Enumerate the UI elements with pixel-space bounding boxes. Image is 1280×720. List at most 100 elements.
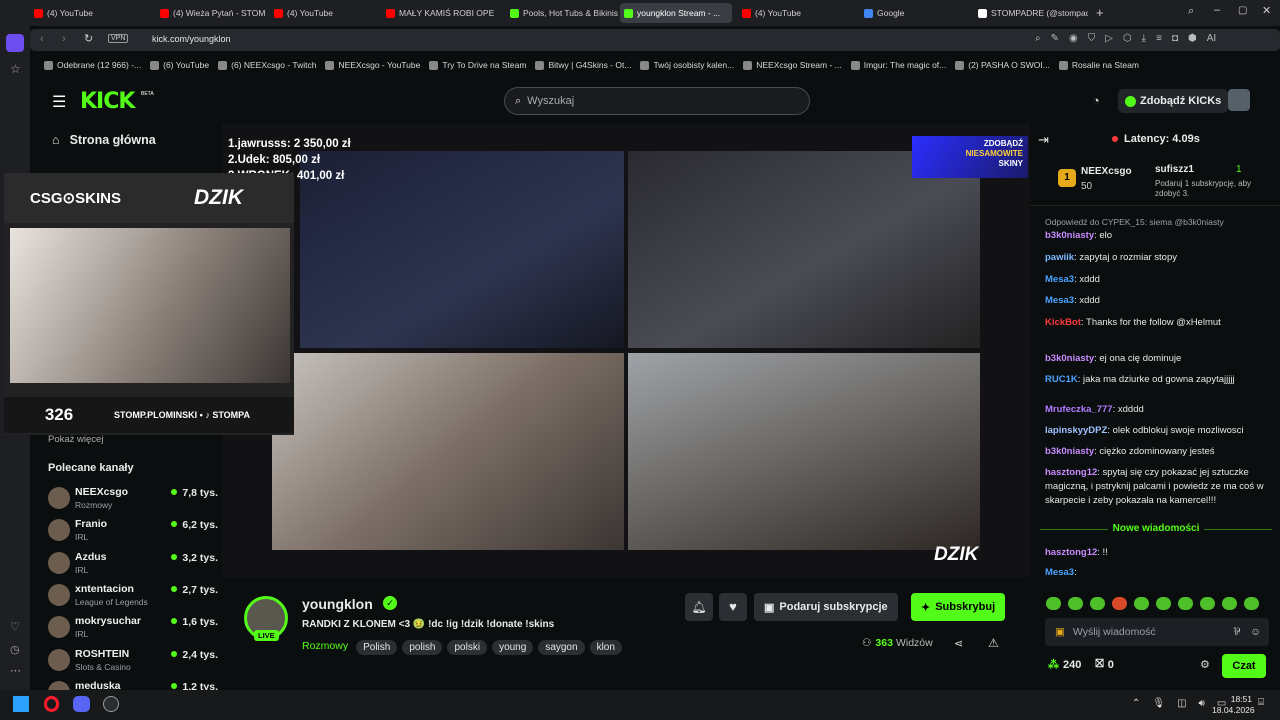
chat-settings-icon[interactable]: ⚙ bbox=[1200, 658, 1210, 671]
bookmark-item[interactable]: Imgur: The magic of... bbox=[850, 60, 946, 70]
maximize-icon[interactable]: ▢ bbox=[1238, 5, 1247, 16]
browser-tab[interactable]: (4) YouTube bbox=[738, 3, 850, 23]
more-icon[interactable]: ⋯ bbox=[10, 664, 21, 677]
minimize-icon[interactable]: – bbox=[1214, 4, 1220, 16]
chat-username[interactable]: Mrufeczka_777 bbox=[1045, 404, 1113, 415]
search-icon[interactable]: ⌕ bbox=[1035, 33, 1041, 44]
home-icon[interactable] bbox=[6, 34, 24, 52]
network-icon[interactable]: ◫ bbox=[1177, 698, 1186, 709]
bell-button[interactable]: 🔔︎ bbox=[685, 593, 713, 621]
chat-username[interactable]: RUC1K bbox=[1045, 374, 1078, 385]
video-player[interactable]: 1.jawrusss: 2 350,00 zł 2.Udek: 805,00 z… bbox=[222, 124, 1030, 577]
emote-icon[interactable] bbox=[1068, 597, 1083, 610]
ai-button[interactable]: AI bbox=[1207, 33, 1216, 44]
chevron-up-icon[interactable]: ⌃ bbox=[1132, 698, 1140, 709]
follow-heart-button[interactable]: ♥ bbox=[719, 593, 747, 621]
stream-tag[interactable]: saygon bbox=[538, 640, 585, 655]
share-icon[interactable]: ⋖ bbox=[954, 637, 963, 650]
sidebar-channel[interactable]: NEEXcsgo Rozmowy 7,8 tys. bbox=[48, 485, 218, 517]
stream-tag[interactable]: Polish bbox=[356, 640, 398, 655]
clock[interactable]: 18:51 18.04.2026 bbox=[1212, 694, 1255, 716]
get-kicks-button[interactable]: Zdobądź KICKs bbox=[1118, 89, 1229, 113]
channel-name[interactable]: youngklon bbox=[302, 596, 373, 612]
emote-icon[interactable] bbox=[1222, 597, 1237, 610]
search-tabs-icon[interactable]: ⌕ bbox=[1188, 5, 1194, 18]
chat-input[interactable]: ▣ Wyślij wiadomość ⅌ ☺ bbox=[1045, 618, 1269, 646]
camera-icon[interactable]: ◉ bbox=[1069, 33, 1078, 44]
emote-icon[interactable] bbox=[1090, 597, 1105, 610]
bookmark-item[interactable]: Odebrane (12 966) -... bbox=[44, 60, 141, 70]
stream-tag[interactable]: young bbox=[492, 640, 534, 655]
search-input[interactable]: ⌕ Wyszukaj bbox=[504, 87, 810, 115]
emote-icon[interactable] bbox=[1156, 597, 1171, 610]
browser-tab[interactable]: (4) Wieża Pytań - STOMP bbox=[156, 3, 266, 23]
hamburger-menu-icon[interactable]: ☰ bbox=[52, 92, 66, 112]
chat-username[interactable]: pawiik bbox=[1045, 252, 1074, 263]
emote-icon[interactable] bbox=[1134, 597, 1149, 610]
chat-username[interactable]: hasztong12 bbox=[1045, 467, 1097, 478]
gift-subscription-button[interactable]: ▣ Podaruj subskrypcje bbox=[754, 593, 898, 621]
bookmark-item[interactable]: (6) YouTube bbox=[150, 60, 209, 70]
sidebar-channel[interactable]: xntentacion League of Legends 2,7 tys. bbox=[48, 582, 218, 614]
chat-username[interactable]: Mesa3 bbox=[1045, 567, 1074, 578]
close-icon[interactable]: ✕ bbox=[1262, 4, 1271, 17]
report-icon[interactable]: ⚠ bbox=[988, 636, 999, 650]
microphone-icon[interactable]: 🎙︎ bbox=[1152, 698, 1165, 709]
sidebar-item-home[interactable]: ⌂ Strona główna bbox=[52, 133, 156, 147]
bookmark-item[interactable]: Try To Drive na Steam bbox=[429, 60, 526, 70]
chat-username[interactable]: b3k0niasty bbox=[1045, 230, 1094, 241]
emote-icon[interactable] bbox=[1046, 597, 1061, 610]
vpn-badge[interactable]: VPN bbox=[108, 34, 129, 43]
emote-icon[interactable] bbox=[1200, 597, 1215, 610]
chat-username[interactable]: hasztong12 bbox=[1045, 547, 1097, 558]
extensions-icon[interactable]: ⬢ bbox=[1188, 33, 1197, 44]
browser-tab[interactable]: Pools, Hot Tubs & Bikinis bbox=[506, 3, 618, 23]
stream-tag[interactable]: klon bbox=[589, 640, 622, 655]
subscribe-button[interactable]: ✦ Subskrybuj bbox=[911, 593, 1006, 621]
account-icon[interactable]: ◘ bbox=[1172, 33, 1178, 44]
chat-username[interactable]: KickBot bbox=[1045, 317, 1081, 328]
menu-icon[interactable]: ≡ bbox=[1156, 33, 1162, 44]
collapse-chat-icon[interactable]: ⇥ bbox=[1038, 132, 1049, 148]
back-icon[interactable]: ‹ bbox=[40, 33, 44, 45]
stream-tag[interactable]: polish bbox=[402, 640, 443, 655]
chat-username[interactable]: b3k0niasty bbox=[1045, 353, 1094, 364]
download-icon[interactable]: ⤓ bbox=[1142, 33, 1146, 44]
edit-icon[interactable]: ✎ bbox=[1051, 33, 1059, 44]
browser-tab[interactable]: (4) YouTube bbox=[270, 3, 378, 23]
sidebar-channel[interactable]: ROSHTEIN Slots & Casino 2,4 tys. bbox=[48, 647, 218, 679]
rewards-icon[interactable]: ◔ bbox=[1092, 93, 1100, 108]
steam-taskbar-icon[interactable] bbox=[103, 696, 119, 712]
kick-logo[interactable]: KICK bbox=[80, 89, 135, 114]
notification-icon[interactable]: ⌸ bbox=[1258, 697, 1264, 708]
windows-start-icon[interactable] bbox=[13, 696, 29, 712]
cube-icon[interactable]: ⬡ bbox=[1123, 33, 1132, 44]
emote-icon[interactable] bbox=[1112, 597, 1127, 610]
show-more-link[interactable]: Pokaż więcej bbox=[48, 434, 103, 445]
top-gifter-name[interactable]: NEEXcsgo bbox=[1081, 166, 1132, 177]
bookmark-item[interactable]: NEEXcsgo Stream - ... bbox=[743, 60, 842, 70]
gift-goal-name[interactable]: sufiszz1 bbox=[1155, 164, 1194, 175]
chat-username[interactable]: Mesa3 bbox=[1045, 295, 1074, 306]
url-field[interactable]: kick.com/youngklon bbox=[152, 34, 231, 44]
browser-tab[interactable]: youngklon Stream - ... bbox=[620, 3, 732, 23]
chat-username[interactable]: lapinskyyDPZ bbox=[1045, 425, 1107, 436]
reload-icon[interactable]: ↻ bbox=[84, 32, 93, 45]
chat-username[interactable]: b3k0niasty bbox=[1045, 446, 1094, 457]
discord-taskbar-icon[interactable] bbox=[73, 696, 90, 712]
emoji-icon[interactable]: ☺ bbox=[1250, 626, 1261, 638]
translate-icon[interactable]: ⅌ bbox=[1233, 625, 1240, 639]
forward-icon[interactable]: › bbox=[62, 33, 66, 45]
history-icon[interactable]: ◷ bbox=[10, 643, 20, 656]
bookmark-item[interactable]: Twój osobisty kalen... bbox=[640, 60, 734, 70]
sidebar-channel[interactable]: mokrysuchar IRL 1,6 tys. bbox=[48, 614, 218, 646]
category-link[interactable]: Rozmowy bbox=[302, 640, 348, 652]
sidebar-channel[interactable]: Azdus IRL 3,2 tys. bbox=[48, 550, 218, 582]
stream-tag[interactable]: polski bbox=[447, 640, 488, 655]
new-tab-button[interactable]: + bbox=[1096, 5, 1104, 20]
browser-tab[interactable]: MAŁY KAMIŚ ROBI OPEN... bbox=[382, 3, 494, 23]
browser-tab[interactable]: STOMPADRE (@stompadr... bbox=[974, 3, 1088, 23]
opera-taskbar-icon[interactable] bbox=[44, 696, 59, 712]
chat-username[interactable]: Mesa3 bbox=[1045, 274, 1074, 285]
bookmark-item[interactable]: Rosalie na Steam bbox=[1058, 60, 1139, 70]
